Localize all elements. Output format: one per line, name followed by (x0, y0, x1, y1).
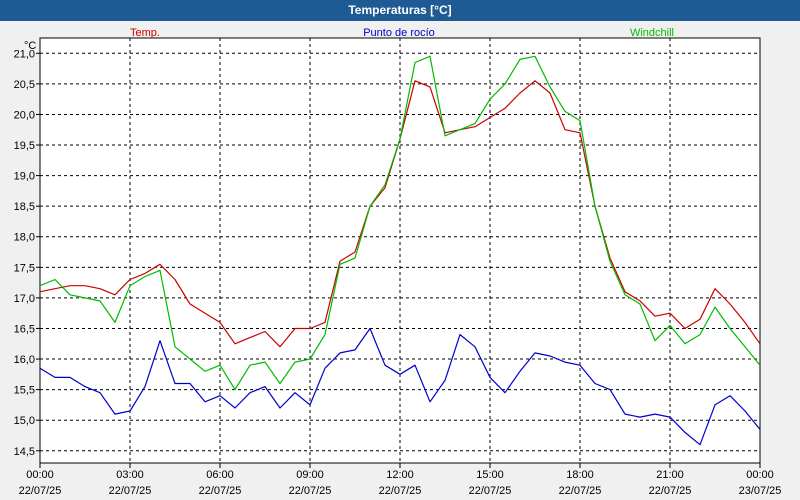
y-tick-label: 19,0 (14, 171, 35, 183)
x-tick-date: 22/07/25 (199, 485, 242, 497)
x-tick-time: 15:00 (476, 469, 504, 481)
x-tick-time: 21:00 (656, 469, 684, 481)
x-tick-time: 12:00 (386, 469, 414, 481)
x-tick-date: 22/07/25 (649, 485, 692, 497)
x-axis-ticks: 00:00 22/07/25 03:00 22/07/25 06:00 22/07/25 0… (19, 463, 782, 497)
y-axis-ticks: 14,5 15,0 15,5 16,0 16,5 17,0 17,5 18,0 18,5 19,0… (14, 48, 40, 458)
y-tick-label: 20,0 (14, 109, 35, 121)
x-tick-date: 22/07/25 (559, 485, 602, 497)
y-tick-label: 17,0 (14, 293, 35, 305)
x-tick-date: 22/07/25 (289, 485, 332, 497)
y-tick-label: 19,5 (14, 140, 35, 152)
y-tick-label: 18,0 (14, 232, 35, 244)
x-tick-date: 22/07/25 (469, 485, 512, 497)
x-tick-date: 22/07/25 (379, 485, 422, 497)
legend-temp: Temp. (130, 27, 160, 39)
x-tick-time: 06:00 (206, 469, 234, 481)
y-axis-label: °C (24, 40, 36, 52)
x-tick-time: 09:00 (296, 469, 324, 481)
y-tick-label: 15,0 (14, 415, 35, 427)
y-tick-label: 17,5 (14, 262, 35, 274)
x-tick-date: 22/07/25 (109, 485, 152, 497)
legend-dewpoint: Punto de rocío (363, 27, 435, 39)
y-tick-label: 14,5 (14, 446, 35, 458)
x-tick-time: 00:00 (746, 469, 774, 481)
x-tick-time: 00:00 (26, 469, 54, 481)
y-tick-label: 18,5 (14, 201, 35, 213)
y-tick-label: 16,5 (14, 323, 35, 335)
x-tick-date: 22/07/25 (19, 485, 62, 497)
y-tick-label: 15,5 (14, 385, 35, 397)
legend-windchill: Windchill (630, 27, 674, 39)
x-tick-time: 18:00 (566, 469, 594, 481)
y-tick-label: 16,0 (14, 354, 35, 366)
temperature-chart: 14,5 15,0 15,5 16,0 16,5 17,0 17,5 18,0 18,5 19,0… (14, 27, 782, 497)
x-tick-date: 23/07/25 (739, 485, 782, 497)
y-tick-label: 20,5 (14, 79, 35, 91)
x-tick-time: 03:00 (116, 469, 144, 481)
